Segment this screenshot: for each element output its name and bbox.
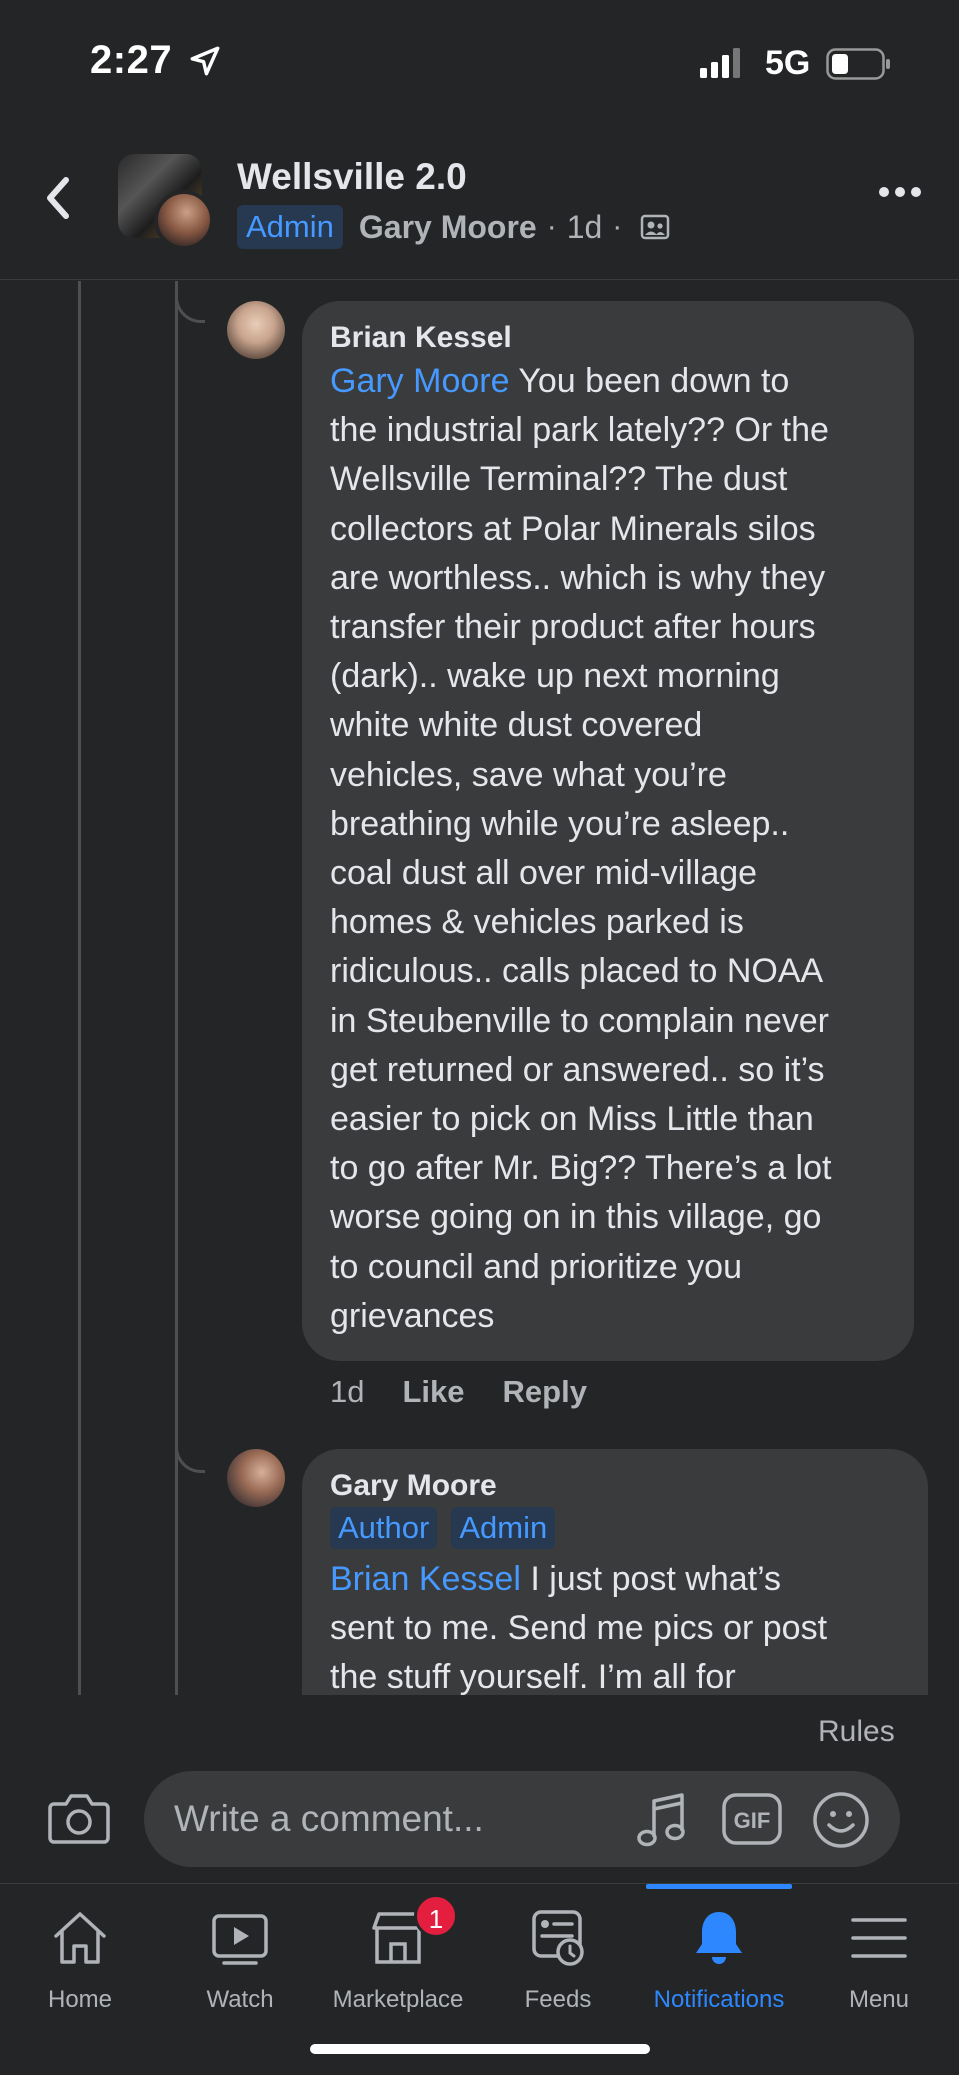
thread-line-outer [78,281,81,1695]
comment-actions: 1d Like Reply [330,1374,625,1410]
admin-badge: Admin [237,205,343,249]
tab-watch[interactable]: Watch [160,1884,320,2024]
like-button[interactable]: Like [402,1374,464,1410]
post-header: Wellsville 2.0 Admin Gary Moore · 1d · [0,120,959,280]
mention-link[interactable]: Brian Kessel [330,1560,521,1598]
comment-input[interactable]: Write a comment... GIF [144,1771,900,1867]
gif-icon[interactable]: GIF [722,1793,782,1845]
post-meta: Admin Gary Moore · 1d · [237,204,670,250]
meta-separator-2: · [612,210,623,243]
home-icon [54,1912,106,1964]
comment-text: Gary Moore You been down to the industri… [330,362,832,1335]
author-avatar [154,190,214,250]
tab-marketplace[interactable]: 1 Marketplace [318,1884,478,2024]
network-type: 5G [765,44,811,82]
tab-feeds[interactable]: Feeds [478,1884,638,2024]
avatar[interactable] [227,301,285,359]
emoji-icon[interactable] [812,1791,870,1849]
comment-author[interactable]: Gary Moore [330,1467,900,1505]
post-time: 1d [566,208,603,245]
tab-home[interactable]: Home [0,1884,160,2024]
battery-icon [826,48,890,80]
menu-icon [851,1918,907,1958]
reply-button[interactable]: Reply [503,1374,587,1410]
meta-separator: · [546,210,557,243]
comment-bubble[interactable]: Gary Moore Author Admin Brian Kessel I j… [302,1449,928,1695]
comment-bubble[interactable]: Brian Kessel Gary Moore You been down to… [302,301,914,1361]
tab-menu[interactable]: Menu [799,1884,959,2024]
comment-thread[interactable]: Brian Kessel Gary Moore You been down to… [0,281,959,1695]
reply-connector [175,1431,205,1473]
post-author[interactable]: Gary Moore [359,209,537,246]
bell-icon [696,1912,742,1964]
camera-icon[interactable] [48,1790,110,1844]
music-icon[interactable] [634,1791,690,1849]
thread-line-inner [175,281,178,1695]
author-badge: Author [330,1507,438,1549]
rules-link[interactable]: Rules [818,1715,895,1749]
comment-author[interactable]: Brian Kessel [330,319,886,357]
group-avatar[interactable] [118,154,214,250]
comment-placeholder: Write a comment... [174,1798,484,1839]
feeds-icon [532,1910,584,1966]
home-indicator [310,2044,650,2054]
svg-text:GIF: GIF [734,1808,771,1833]
group-name[interactable]: Wellsville 2.0 [237,156,467,198]
comment-time: 1d [330,1374,365,1409]
location-arrow-icon [190,46,220,76]
cellular-signal-icon [700,48,740,78]
mention-link[interactable]: Gary Moore [330,362,510,400]
marketplace-badge: 1 [414,1894,458,1938]
comment-text: Brian Kessel I just post what’s sent to … [330,1560,828,1695]
author-badges: Author Admin [330,1507,900,1549]
status-time: 2:27 [90,38,173,82]
reply-connector [175,281,205,323]
tab-notifications[interactable]: Notifications [639,1884,799,2024]
more-options-icon[interactable] [878,182,922,202]
watch-icon [212,1914,268,1965]
back-chevron-icon[interactable] [38,168,78,228]
admin-badge: Admin [451,1507,556,1549]
group-privacy-icon [641,214,670,240]
avatar[interactable] [227,1449,285,1507]
status-bar: 2:27 5G [0,0,959,120]
